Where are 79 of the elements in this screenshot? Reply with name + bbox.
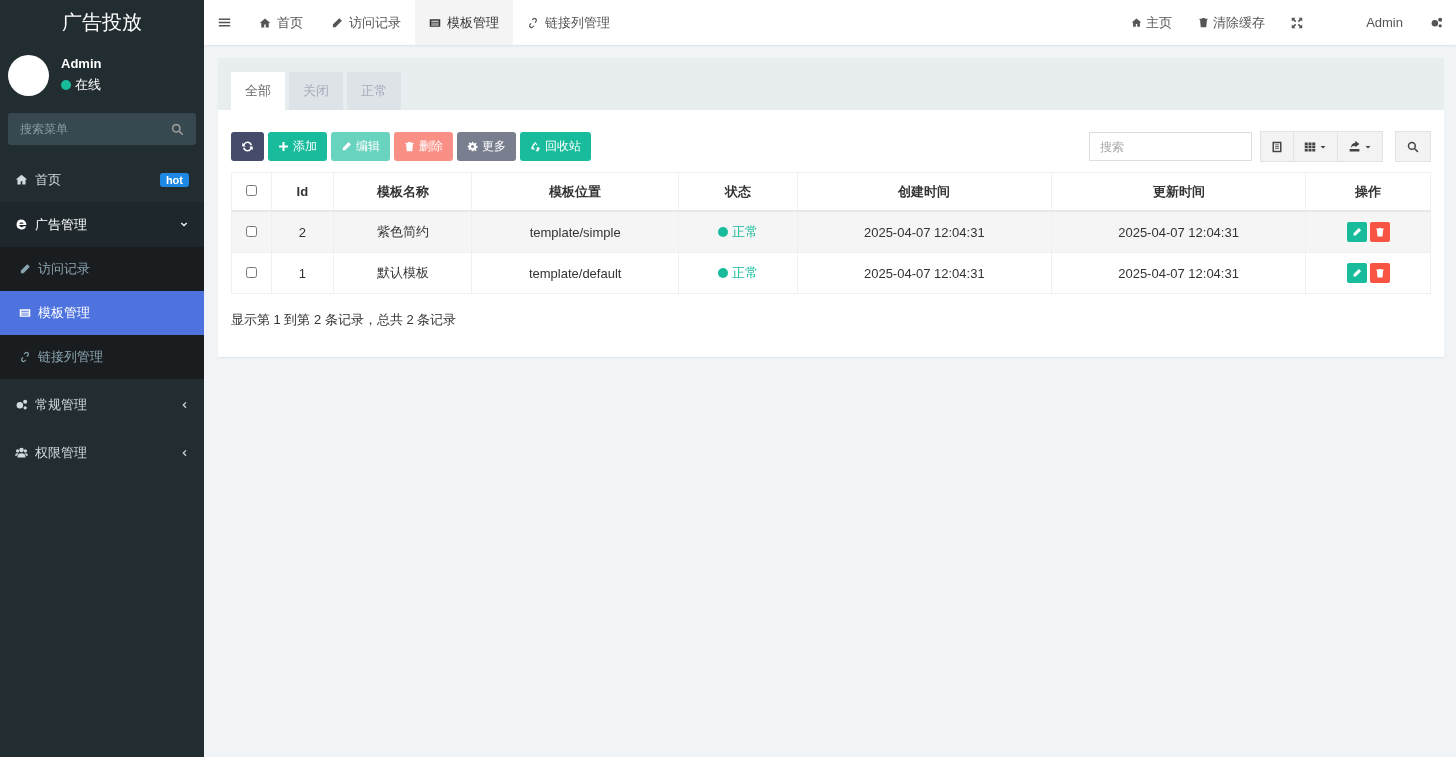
link-icon bbox=[527, 16, 539, 29]
refresh-icon bbox=[241, 140, 254, 153]
export-button[interactable] bbox=[1337, 131, 1383, 162]
status-label: 正常 bbox=[731, 223, 758, 241]
page-tab[interactable]: 访问记录 bbox=[317, 0, 415, 45]
header-link[interactable]: 主页 bbox=[1118, 0, 1186, 45]
menu-item[interactable]: 广告管理 bbox=[0, 202, 204, 247]
search-icon bbox=[171, 123, 184, 136]
trash-icon bbox=[1374, 268, 1385, 278]
menu-item[interactable]: 权限管理 bbox=[0, 430, 204, 475]
user-status: 在线 bbox=[75, 76, 101, 94]
trash-icon bbox=[404, 141, 415, 152]
table-cell: 2025-04-07 12:04:31 bbox=[797, 211, 1052, 253]
export-icon bbox=[1348, 140, 1361, 153]
online-dot bbox=[61, 80, 71, 90]
e-logo-icon bbox=[15, 218, 28, 231]
gear-icon bbox=[467, 141, 478, 152]
user-menu[interactable]: Admin bbox=[1316, 0, 1417, 45]
row-delete-button[interactable] bbox=[1369, 263, 1390, 283]
row-checkbox[interactable] bbox=[245, 225, 257, 237]
table-cell: template/simple bbox=[471, 211, 679, 253]
gears-icon bbox=[15, 398, 28, 411]
row-edit-button[interactable] bbox=[1346, 263, 1367, 283]
users-icon bbox=[15, 446, 28, 459]
home-icon bbox=[1131, 17, 1143, 28]
trash-icon bbox=[1374, 227, 1385, 237]
submenu-item[interactable]: 链接列管理 bbox=[0, 335, 204, 379]
home-icon bbox=[15, 173, 28, 186]
pagination-info: 显示第 1 到第 2 条记录，总共 2 条记录 bbox=[231, 311, 458, 329]
settings-icon bbox=[1430, 16, 1443, 29]
pencil-icon bbox=[1351, 268, 1362, 278]
trash-icon bbox=[1198, 17, 1210, 28]
card-view-icon bbox=[1271, 140, 1283, 153]
menu-search-field[interactable]: 搜索菜单 bbox=[8, 113, 196, 145]
pencil-icon bbox=[19, 263, 31, 275]
row-checkbox[interactable] bbox=[245, 266, 257, 278]
pencil-icon bbox=[1351, 227, 1362, 237]
hot-badge: hot bbox=[159, 172, 189, 187]
row-edit-button[interactable] bbox=[1346, 222, 1367, 242]
recycle-icon bbox=[530, 141, 541, 152]
row-delete-button[interactable] bbox=[1369, 222, 1390, 242]
list-icon bbox=[19, 307, 31, 319]
grid-icon bbox=[1304, 140, 1316, 153]
status-label: 正常 bbox=[731, 264, 758, 282]
search-button[interactable] bbox=[1395, 131, 1431, 162]
filter-tab[interactable]: 全部 bbox=[231, 72, 285, 110]
link-icon bbox=[19, 351, 31, 363]
search-icon bbox=[1407, 140, 1419, 153]
submenu-item[interactable]: 访问记录 bbox=[0, 247, 204, 291]
refresh-button[interactable] bbox=[231, 132, 264, 161]
pencil-icon bbox=[331, 16, 343, 29]
user-name: Admin bbox=[61, 56, 102, 71]
menu-item[interactable]: 首页 hot bbox=[0, 157, 204, 202]
page-tab[interactable]: 链接列管理 bbox=[513, 0, 624, 45]
columns-button[interactable] bbox=[1293, 131, 1338, 162]
header-link[interactable]: 清除缓存 bbox=[1185, 0, 1279, 45]
table-cell: 1 bbox=[271, 252, 334, 294]
table-cell: template/default bbox=[471, 252, 679, 294]
home-icon bbox=[259, 16, 271, 29]
table-cell: 2025-04-07 12:04:31 bbox=[1051, 211, 1306, 253]
pencil-icon bbox=[341, 141, 352, 152]
menu-icon bbox=[218, 16, 231, 29]
table-search-field[interactable]: 搜索 bbox=[1089, 132, 1252, 161]
more-button[interactable]: 更多 bbox=[457, 132, 516, 161]
toggle-view-button[interactable] bbox=[1260, 131, 1294, 162]
table-cell: 2025-04-07 12:04:31 bbox=[797, 252, 1052, 294]
fullscreen-icon bbox=[1291, 16, 1304, 29]
page-tab[interactable]: 首页 bbox=[245, 0, 317, 45]
table-cell: 2025-04-07 12:04:31 bbox=[1051, 252, 1306, 294]
page-tab[interactable]: 模板管理 bbox=[415, 0, 513, 45]
select-all-checkbox[interactable] bbox=[245, 185, 257, 196]
table-cell: 默认模板 bbox=[333, 252, 472, 294]
table-cell: 2 bbox=[271, 211, 334, 253]
menu-item[interactable]: 常规管理 bbox=[0, 382, 204, 427]
submenu-item[interactable]: 模板管理 bbox=[0, 291, 204, 335]
plus-icon bbox=[278, 141, 289, 152]
list-icon bbox=[429, 16, 441, 29]
avatar bbox=[8, 54, 49, 96]
table-cell: 紫色简约 bbox=[333, 211, 472, 253]
